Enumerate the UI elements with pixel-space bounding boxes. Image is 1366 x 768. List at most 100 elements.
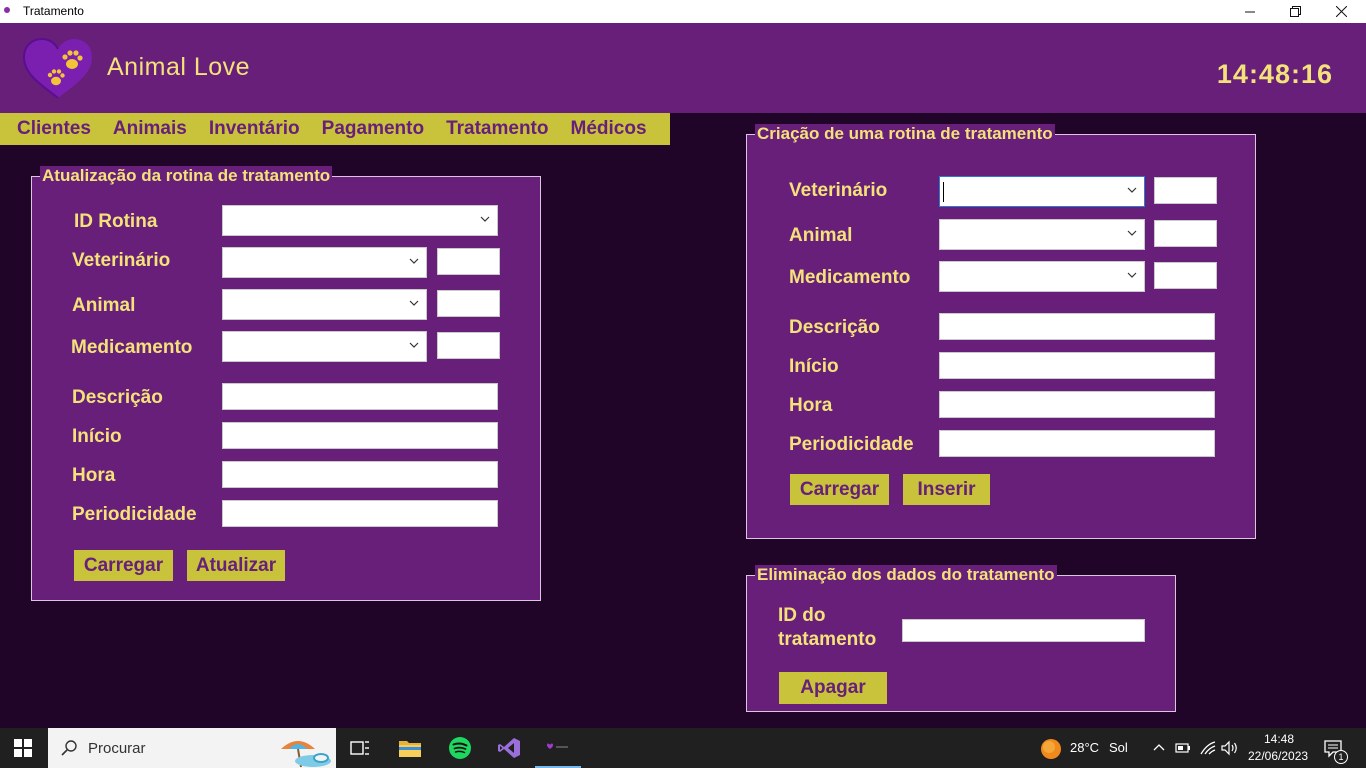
search-placeholder: Procurar: [88, 740, 146, 757]
menu-item-animais[interactable]: Animais: [102, 118, 198, 140]
carregar-button[interactable]: Carregar: [790, 474, 889, 505]
apagar-button[interactable]: Apagar: [779, 672, 887, 704]
main-menu: Clientes Animais Inventário Pagamento Tr…: [0, 113, 670, 145]
folder-icon: [399, 741, 421, 757]
label-tratamento: tratamento: [778, 629, 877, 650]
animal-select[interactable]: [222, 289, 427, 320]
inicio-field[interactable]: [222, 422, 498, 449]
update-treatment-panel: Atualização da rotina de tratamento ID R…: [31, 166, 541, 601]
chevron-up-icon[interactable]: [1153, 743, 1165, 751]
chevron-down-icon: [1127, 230, 1137, 236]
weather-temperature: 28°C: [1070, 740, 1100, 755]
label-inicio: Início: [789, 356, 839, 377]
tratamento-app-button[interactable]: [535, 728, 581, 768]
carregar-button[interactable]: Carregar: [74, 550, 173, 581]
label-animal: Animal: [789, 225, 853, 246]
sun-icon: [1041, 739, 1061, 759]
label-hora: Hora: [72, 465, 116, 486]
periodicidade-field[interactable]: [222, 500, 498, 527]
menu-item-tratamento[interactable]: Tratamento: [435, 118, 559, 140]
minimize-icon: [1245, 11, 1255, 12]
veterinario-id-field[interactable]: [437, 248, 500, 275]
create-treatment-panel: Criação de uma rotina de tratamento Vete…: [746, 124, 1256, 539]
search-icon: [61, 740, 77, 756]
label-descricao: Descrição: [72, 387, 163, 408]
close-icon: [1335, 6, 1347, 17]
label-veterinario: Veterinário: [789, 180, 888, 201]
delete-treatment-panel: Eliminação dos dados do tratamento ID do…: [746, 565, 1176, 712]
start-button[interactable]: [0, 728, 46, 768]
descricao-field[interactable]: [222, 383, 498, 410]
restore-button[interactable]: [1272, 0, 1318, 23]
id-rotina-select[interactable]: [222, 205, 498, 236]
veterinario-id-field[interactable]: [1154, 177, 1217, 204]
spotify-icon: [449, 737, 471, 759]
animal-select[interactable]: [939, 219, 1145, 250]
id-tratamento-field[interactable]: [902, 619, 1145, 642]
label-periodicidade: Periodicidade: [72, 504, 197, 525]
beach-umbrella-icon: [281, 741, 331, 768]
label-veterinario: Veterinário: [72, 250, 171, 271]
animal-id-field[interactable]: [1154, 220, 1217, 247]
label-inicio: Início: [72, 426, 122, 447]
label-hora: Hora: [789, 395, 833, 416]
restore-icon: [1289, 6, 1301, 17]
animal-id-field[interactable]: [437, 290, 500, 317]
taskbar-time[interactable]: 14:48: [1264, 732, 1294, 746]
taskbar-date[interactable]: 22/06/2023: [1248, 749, 1308, 763]
menu-item-inventario[interactable]: Inventário: [198, 118, 311, 140]
window-title: Tratamento: [23, 4, 84, 18]
hora-field[interactable]: [939, 391, 1215, 418]
label-id-rotina: ID Rotina: [74, 211, 158, 232]
taskbar-search[interactable]: Procurar: [48, 728, 336, 768]
visual-studio-button[interactable]: [486, 728, 532, 768]
taskbar: Procurar 28°C Sol 14:48 22/06/2023 1: [0, 728, 1366, 768]
windows-icon: [14, 739, 32, 757]
minimize-button[interactable]: [1227, 0, 1273, 23]
label-medicamento: Medicamento: [71, 337, 193, 358]
text-caret: [943, 182, 944, 202]
inserir-button[interactable]: Inserir: [903, 474, 990, 505]
medicamento-select[interactable]: [222, 331, 427, 362]
medicamento-id-field[interactable]: [1154, 262, 1217, 289]
descricao-field[interactable]: [939, 313, 1215, 340]
menu-item-medicos[interactable]: Médicos: [560, 118, 658, 140]
task-view-icon: [350, 741, 369, 755]
label-id-do: ID do: [778, 605, 826, 626]
chevron-down-icon: [1127, 272, 1137, 278]
chevron-down-icon: [1127, 187, 1137, 193]
task-view-button[interactable]: [337, 728, 383, 768]
clock-display: 14:48:16: [1216, 59, 1333, 89]
menu-item-pagamento[interactable]: Pagamento: [311, 118, 435, 140]
wifi-icon[interactable]: [1199, 740, 1217, 756]
chevron-down-icon: [409, 258, 419, 264]
hora-field[interactable]: [222, 461, 498, 488]
label-descricao: Descrição: [789, 317, 880, 338]
medicamento-id-field[interactable]: [437, 332, 500, 359]
notification-count: 1: [1338, 752, 1344, 762]
medicamento-select[interactable]: [939, 261, 1145, 292]
veterinario-select[interactable]: [939, 176, 1145, 207]
menu-item-clientes[interactable]: Clientes: [6, 118, 102, 140]
spotify-button[interactable]: [437, 728, 483, 768]
chevron-down-icon: [480, 216, 490, 222]
chevron-down-icon: [409, 300, 419, 306]
weather-description: Sol: [1109, 740, 1128, 755]
inicio-field[interactable]: [939, 352, 1215, 379]
delete-panel-caption: Eliminação dos dados do tratamento: [755, 565, 1057, 585]
label-medicamento: Medicamento: [789, 267, 911, 288]
notification-badge: 1: [1334, 750, 1348, 764]
atualizar-button[interactable]: Atualizar: [187, 550, 285, 581]
update-panel-caption: Atualização da rotina de tratamento: [40, 166, 333, 186]
speaker-icon[interactable]: [1221, 740, 1239, 756]
app-header: Animal Love 14:48:16: [0, 23, 1366, 113]
label-animal: Animal: [72, 295, 136, 316]
veterinario-select[interactable]: [222, 247, 427, 278]
battery-icon[interactable]: [1175, 740, 1191, 756]
periodicidade-field[interactable]: [939, 430, 1215, 457]
app-thumbnail-icon: [547, 743, 568, 749]
close-button[interactable]: [1318, 0, 1364, 23]
label-periodicidade: Periodicidade: [789, 434, 914, 455]
create-panel-caption: Criação de uma rotina de tratamento: [755, 124, 1055, 144]
file-explorer-button[interactable]: [387, 728, 433, 768]
